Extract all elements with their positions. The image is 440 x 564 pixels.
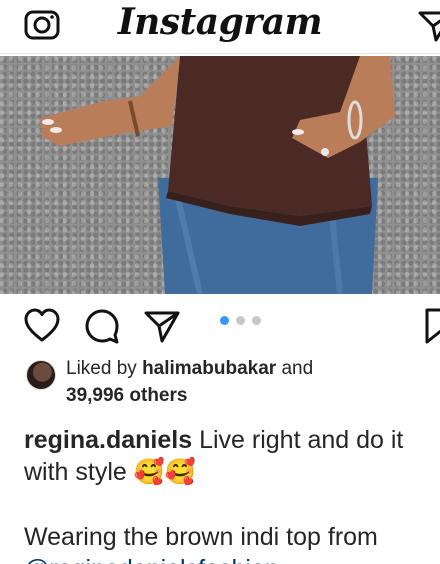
liked-by-connector: and [281,358,314,379]
share-icon[interactable] [144,308,180,344]
carousel-dot [252,316,261,325]
direct-message-icon[interactable] [416,4,440,44]
likes-count[interactable]: 39,996 others [66,385,187,407]
caption-line-2: Wearing the brown indi top from [24,523,378,551]
post-image[interactable] [0,56,440,294]
comment-icon[interactable] [84,308,120,344]
carousel-dot [236,316,245,325]
likes-row: Liked by halimabubakar and 39,996 others [24,358,440,408]
liked-by-prefix: Liked by [66,358,137,379]
heart-icon[interactable] [24,308,60,344]
liker-username[interactable]: halimabubakar [142,358,276,379]
liked-by-text: Liked by halimabubakar and [66,358,313,380]
top-bar: Instagram [0,0,440,54]
post-photo-illustration [40,56,395,294]
post-actions [0,296,440,356]
caption-username[interactable]: regina.daniels [24,426,192,454]
caption-mention[interactable]: @reginadanielsfashion [24,553,279,564]
bookmark-icon[interactable] [424,308,440,344]
post-caption: regina.daniels Live right and do it with… [24,424,440,488]
instagram-logo[interactable]: Instagram [0,0,440,44]
carousel-dot-active [220,316,229,325]
liker-avatar[interactable] [26,360,56,390]
